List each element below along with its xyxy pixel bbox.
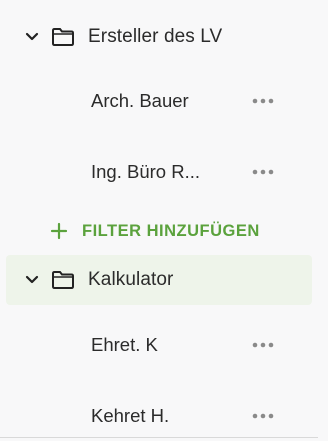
tree-item-label: Arch. Bauer [91, 90, 189, 111]
tree-item[interactable]: Arch. Bauer [6, 76, 312, 126]
chevron-down-icon[interactable] [24, 272, 40, 288]
chevron-down-icon[interactable] [24, 29, 40, 45]
tree-group-label: Kalkulator [88, 269, 174, 290]
more-horizontal-icon[interactable] [250, 406, 276, 426]
filter-tree: Ersteller des LV Arch. Bauer Ing. Büro R… [0, 0, 328, 440]
tree-item-label: Kehret H. [91, 405, 170, 426]
tree-group-kalkulator[interactable]: Kalkulator [6, 255, 312, 305]
more-horizontal-icon[interactable] [250, 162, 276, 182]
more-horizontal-icon[interactable] [250, 335, 276, 355]
tree-item-label: Ehret. K [91, 334, 158, 355]
tree-group-label: Ersteller des LV [88, 26, 223, 47]
tree-item[interactable]: Kehret H. [6, 391, 312, 441]
folder-icon [50, 269, 76, 291]
folder-icon [50, 26, 76, 48]
plus-icon [50, 222, 68, 240]
add-filter-button[interactable]: FILTER HINZUFÜGEN [50, 218, 260, 244]
divider [0, 437, 318, 438]
add-filter-label: FILTER HINZUFÜGEN [82, 221, 260, 240]
tree-group-ersteller[interactable]: Ersteller des LV [6, 12, 312, 62]
tree-item[interactable]: Ing. Büro R... [6, 147, 312, 197]
more-horizontal-icon[interactable] [250, 91, 276, 111]
tree-item-label: Ing. Büro R... [91, 161, 200, 182]
tree-item[interactable]: Ehret. K [6, 320, 312, 370]
